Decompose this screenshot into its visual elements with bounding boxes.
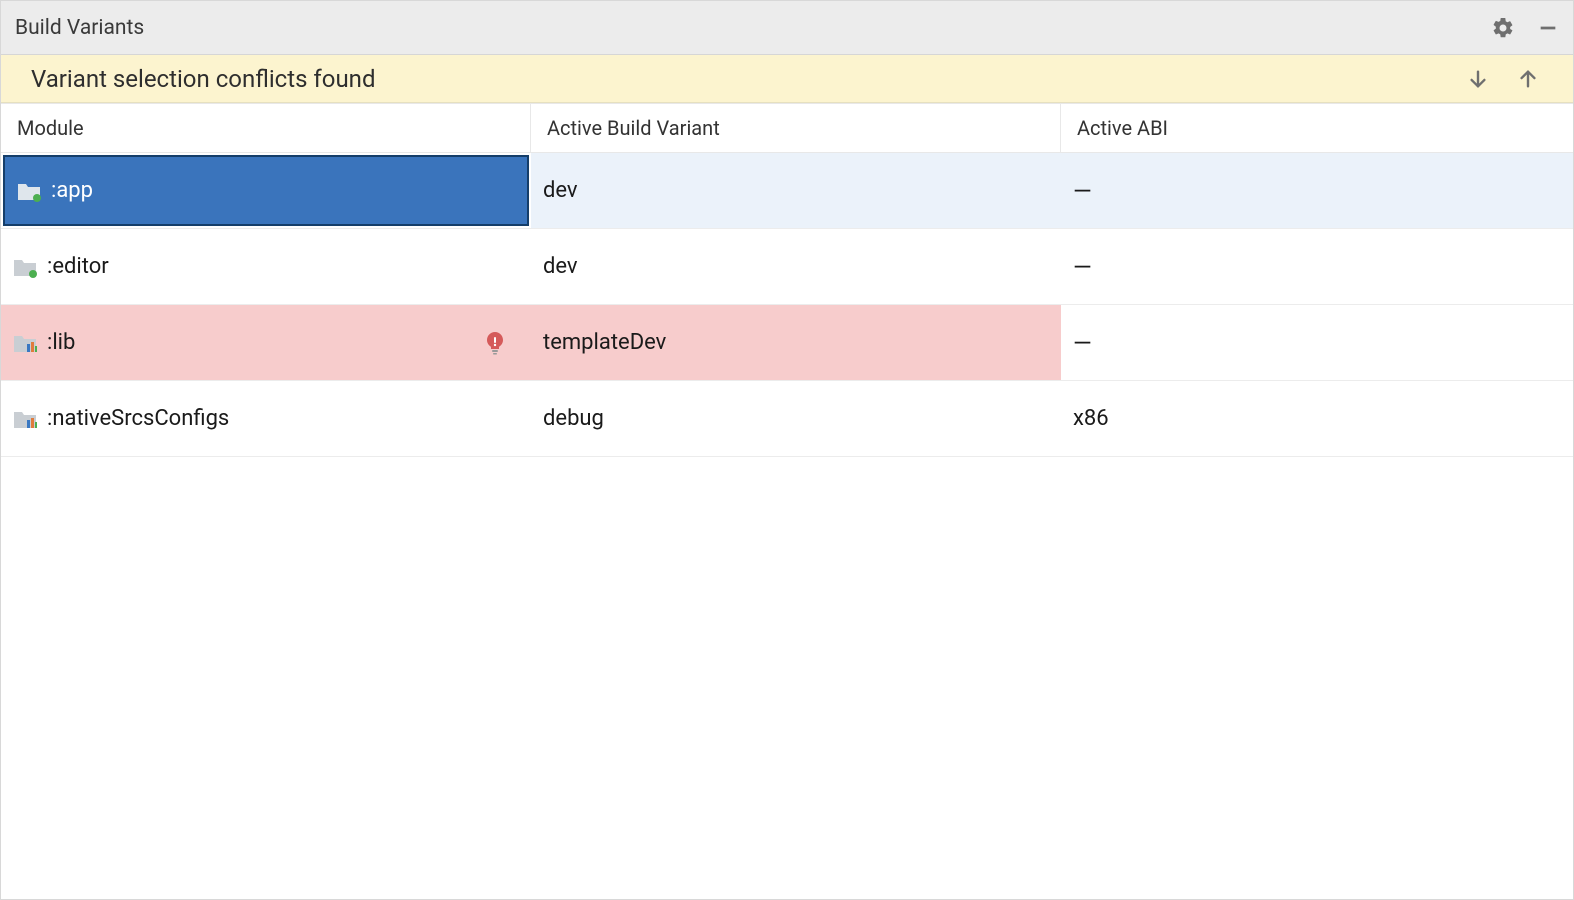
table-row[interactable]: :lib templateDev —: [1, 305, 1573, 381]
abi-value: —: [1073, 329, 1094, 357]
module-cell[interactable]: :editor: [1, 229, 531, 304]
variant-cell[interactable]: dev: [531, 153, 1061, 228]
app-module-icon: [13, 256, 37, 278]
app-module-icon: [17, 180, 41, 202]
abi-cell[interactable]: —: [1061, 229, 1573, 304]
variant-value: templateDev: [543, 330, 666, 355]
banner-message: Variant selection conflicts found: [31, 65, 1467, 93]
variant-cell[interactable]: debug: [531, 381, 1061, 456]
table-row[interactable]: :editor dev —: [1, 229, 1573, 305]
library-module-icon: [13, 332, 37, 354]
banner-nav: [1467, 68, 1543, 90]
module-cell[interactable]: :app: [3, 155, 529, 226]
variant-cell[interactable]: templateDev: [531, 305, 1061, 380]
conflict-banner: Variant selection conflicts found: [1, 55, 1573, 103]
abi-cell[interactable]: —: [1061, 305, 1573, 380]
variant-cell[interactable]: dev: [531, 229, 1061, 304]
abi-value: x86: [1073, 406, 1109, 431]
variant-value: debug: [543, 406, 604, 431]
module-name: :editor: [47, 254, 519, 279]
panel-title: Build Variants: [15, 16, 1491, 40]
arrow-up-icon[interactable]: [1517, 68, 1539, 90]
module-name: :lib: [47, 330, 475, 355]
table-row[interactable]: :nativeSrcsConfigs debug x86: [1, 381, 1573, 457]
abi-cell[interactable]: —: [1061, 153, 1573, 228]
abi-cell[interactable]: x86: [1061, 381, 1573, 456]
table-header: Module Active Build Variant Active ABI: [1, 103, 1573, 153]
variant-value: dev: [543, 254, 578, 279]
abi-value: —: [1073, 253, 1094, 281]
module-cell[interactable]: :lib: [1, 305, 531, 380]
lightbulb-warning-icon[interactable]: [485, 331, 505, 355]
module-cell[interactable]: :nativeSrcsConfigs: [1, 381, 531, 456]
column-header-variant[interactable]: Active Build Variant: [531, 104, 1061, 152]
column-header-module[interactable]: Module: [1, 104, 531, 152]
module-name: :nativeSrcsConfigs: [47, 406, 519, 431]
table-row[interactable]: :app dev —: [1, 153, 1573, 229]
minimize-icon[interactable]: [1537, 17, 1559, 39]
module-name: :app: [51, 178, 515, 203]
titlebar: Build Variants: [1, 1, 1573, 55]
gear-icon[interactable]: [1491, 16, 1515, 40]
build-variants-panel: Build Variants Variant selection conflic…: [0, 0, 1574, 900]
titlebar-actions: [1491, 16, 1559, 40]
variant-value: dev: [543, 178, 578, 203]
table-body: :app dev — :editor dev: [1, 153, 1573, 457]
abi-value: —: [1073, 177, 1094, 205]
column-header-abi[interactable]: Active ABI: [1061, 104, 1573, 152]
library-module-icon: [13, 408, 37, 430]
arrow-down-icon[interactable]: [1467, 68, 1489, 90]
